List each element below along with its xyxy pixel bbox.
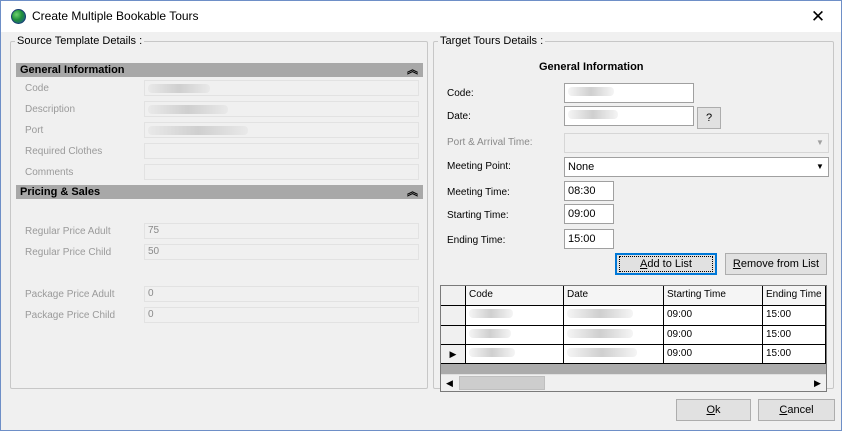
title-bar: Create Multiple Bookable Tours ✕	[1, 1, 841, 32]
package-price-adult-label: Package Price Adult	[25, 289, 115, 300]
remove-from-list-label: emove from List	[740, 258, 820, 270]
ok-label: k	[715, 404, 721, 416]
package-price-child-field: 0	[144, 307, 419, 323]
grid-corner-header	[441, 286, 466, 306]
ending-time-label: Ending Time:	[447, 235, 506, 246]
close-icon[interactable]: ✕	[795, 1, 841, 32]
port-arrival-time-label: Port & Arrival Time:	[447, 137, 533, 148]
target-tours-grid[interactable]: Code Date Starting Time Ending Time 09:0…	[440, 285, 827, 392]
regular-price-adult-label: Regular Price Adult	[25, 226, 111, 237]
source-comments-label: Comments	[25, 167, 74, 178]
add-to-list-label: dd to List	[647, 258, 692, 270]
ok-accel: O	[706, 404, 716, 416]
row-pointer-icon[interactable]: ▶	[441, 345, 466, 364]
dialog-window: Create Multiple Bookable Tours ✕ Source …	[0, 0, 842, 431]
grid-row-header[interactable]	[441, 326, 466, 345]
chevron-double-up-icon[interactable]: ︽	[407, 185, 418, 199]
window-title: Create Multiple Bookable Tours	[32, 9, 199, 23]
source-description-label: Description	[25, 104, 76, 115]
meeting-time-label: Meeting Time:	[447, 187, 510, 198]
remove-from-list-button[interactable]: Remove from List	[725, 253, 827, 275]
chevron-down-icon[interactable]: ▼	[812, 158, 828, 176]
scrollbar-thumb[interactable]	[459, 376, 545, 390]
target-date-label: Date:	[447, 111, 471, 122]
meeting-point-label: Meeting Point:	[447, 161, 511, 172]
regular-price-child-field: 50	[144, 244, 419, 260]
grid-cell-ending-time[interactable]: 15:00	[763, 345, 826, 364]
meeting-point-value: None	[568, 161, 595, 173]
scroll-left-icon[interactable]: ◀	[441, 375, 458, 391]
date-picker-button[interactable]: ?	[697, 107, 721, 129]
package-price-adult-field: 0	[144, 286, 419, 302]
grid-cell-ending-time[interactable]: 15:00	[763, 306, 826, 326]
target-tours-legend: Target Tours Details :	[440, 35, 544, 47]
source-template-group: Source Template Details : General Inform…	[10, 35, 428, 389]
add-to-list-button[interactable]: Add to List	[615, 253, 717, 275]
target-code-input[interactable]	[564, 83, 694, 103]
grid-cell-starting-time[interactable]: 09:00	[664, 326, 763, 345]
port-arrival-time-combo: ▼	[564, 133, 829, 153]
grid-row-header[interactable]	[441, 306, 466, 326]
starting-time-label: Starting Time:	[447, 210, 509, 221]
scroll-right-icon[interactable]: ▶	[809, 375, 826, 391]
grid-cell-starting-time[interactable]: 09:00	[664, 306, 763, 326]
grid-cell-date[interactable]	[564, 345, 664, 364]
general-information-section-title: General Information	[20, 64, 125, 76]
source-comments-field	[144, 164, 419, 180]
general-information-section-header[interactable]: General Information ︽	[16, 63, 423, 77]
source-description-field	[144, 101, 419, 117]
grid-header-date[interactable]: Date	[564, 286, 664, 306]
grid-cell-starting-time[interactable]: 09:00	[664, 345, 763, 364]
pricing-sales-section-title: Pricing & Sales	[20, 186, 101, 198]
source-required-clothes-field	[144, 143, 419, 159]
source-required-clothes-label: Required Clothes	[25, 146, 103, 157]
target-date-input[interactable]	[564, 106, 694, 126]
meeting-point-combo[interactable]: None ▼	[564, 157, 829, 177]
meeting-time-input[interactable]: 08:30	[564, 181, 614, 201]
grid-header-code[interactable]: Code	[466, 286, 564, 306]
regular-price-child-label: Regular Price Child	[25, 247, 112, 258]
ending-time-input[interactable]: 15:00	[564, 229, 614, 249]
grid-cell-code[interactable]	[466, 306, 564, 326]
remove-from-list-accel: R	[732, 258, 741, 270]
ok-button[interactable]: Ok	[676, 399, 751, 421]
source-port-field	[144, 122, 419, 138]
chevron-down-icon: ▼	[816, 138, 824, 147]
cancel-button[interactable]: Cancel	[758, 399, 835, 421]
cancel-label: ancel	[787, 404, 814, 416]
grid-cell-ending-time[interactable]: 15:00	[763, 326, 826, 345]
grid-horizontal-scrollbar[interactable]: ◀ ▶	[441, 374, 826, 391]
chevron-double-up-icon[interactable]: ︽	[407, 63, 418, 77]
source-code-field	[144, 80, 419, 96]
regular-price-adult-field: 75	[144, 223, 419, 239]
source-code-label: Code	[25, 83, 49, 94]
pricing-sales-section-header[interactable]: Pricing & Sales ︽	[16, 185, 423, 199]
starting-time-input[interactable]: 09:00	[564, 204, 614, 224]
grid-header-starting-time[interactable]: Starting Time	[664, 286, 763, 306]
target-general-information-heading: General Information	[539, 61, 644, 73]
package-price-child-label: Package Price Child	[25, 310, 116, 321]
grid-cell-date[interactable]	[564, 306, 664, 326]
grid-cell-code[interactable]	[466, 345, 564, 364]
grid-cell-code[interactable]	[466, 326, 564, 345]
source-template-legend: Source Template Details :	[17, 35, 143, 47]
grid-header-ending-time[interactable]: Ending Time	[763, 286, 826, 306]
target-code-label: Code:	[447, 88, 474, 99]
target-tours-group: Target Tours Details : General Informati…	[433, 35, 834, 392]
globe-icon	[11, 9, 26, 24]
source-port-label: Port	[25, 125, 44, 136]
grid-cell-date[interactable]	[564, 326, 664, 345]
